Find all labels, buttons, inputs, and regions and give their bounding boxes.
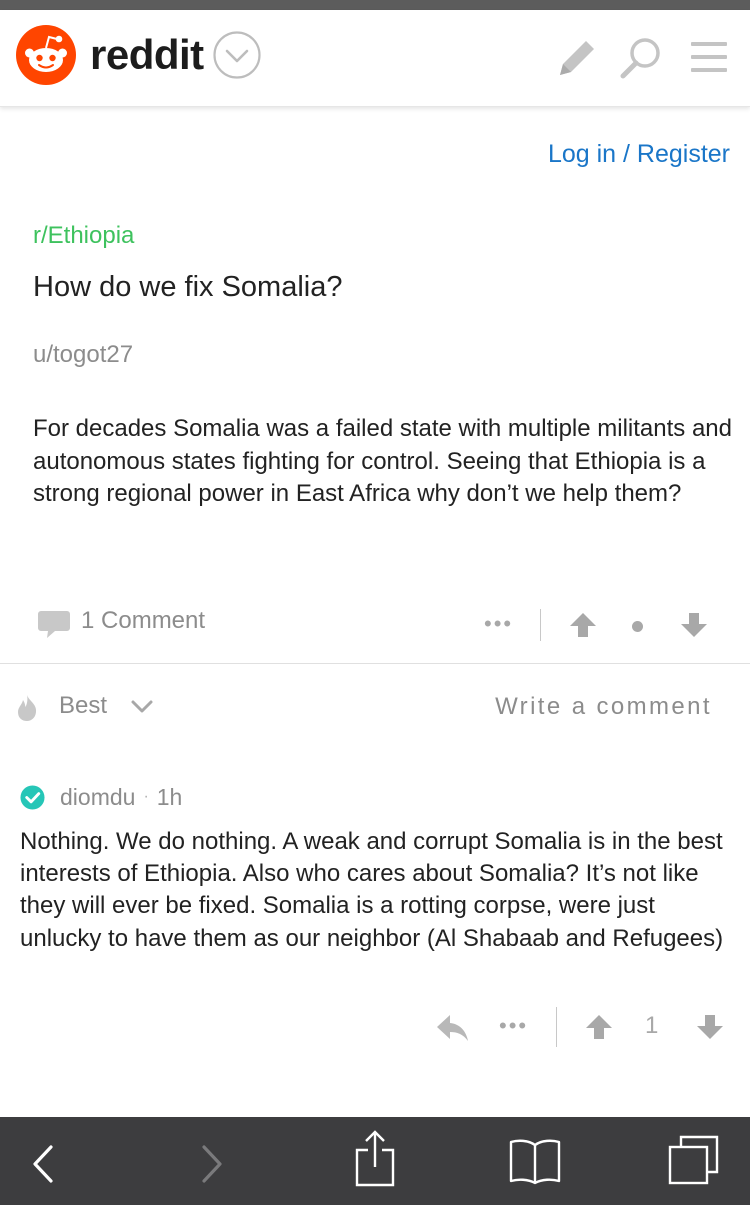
downvote-arrow-icon[interactable] (680, 611, 708, 639)
upvote-arrow-icon[interactable] (585, 1013, 613, 1041)
search-icon[interactable] (618, 35, 664, 81)
write-comment-button[interactable]: Write a comment (495, 693, 712, 721)
comment-body: Nothing. We do nothing. A weak and corru… (20, 828, 724, 952)
subreddit-link[interactable]: r/Ethiopia (33, 222, 134, 250)
post-more-options-button[interactable]: ••• (484, 611, 513, 637)
tabs-icon[interactable] (667, 1134, 721, 1186)
sort-selector[interactable]: Best (59, 692, 107, 720)
upvote-arrow-icon[interactable] (569, 611, 597, 639)
hamburger-menu-icon[interactable] (690, 40, 728, 74)
snoo-logo-icon (16, 25, 76, 85)
brand-wordmark: reddit (90, 31, 204, 78)
reply-arrow-icon[interactable] (436, 1013, 470, 1043)
forward-icon[interactable] (199, 1144, 225, 1184)
post-body: For decades Somalia was a failed state w… (33, 415, 732, 507)
chevron-down-icon[interactable] (130, 699, 154, 715)
post-author-link[interactable]: u/togot27 (33, 341, 133, 369)
back-icon[interactable] (30, 1144, 56, 1184)
status-strip (0, 0, 750, 10)
comment-more-options-button[interactable]: ••• (499, 1013, 528, 1039)
verified-check-icon (20, 784, 45, 810)
meta-separator: · (143, 788, 149, 805)
site-header: reddit (0, 10, 750, 107)
vote-score-dot (632, 621, 643, 632)
post-actions-bar: 1 Comment ••• (0, 600, 750, 650)
actions-divider (556, 1007, 557, 1047)
logo-link[interactable]: reddit (16, 25, 262, 85)
flame-icon (18, 695, 37, 721)
section-divider (0, 663, 750, 664)
share-icon[interactable] (353, 1129, 397, 1187)
post-title: How do we fix Somalia? (33, 271, 343, 303)
login-register-link[interactable]: Log in / Register (548, 140, 730, 169)
comment-score: 1 (645, 1012, 659, 1039)
bookmarks-icon[interactable] (508, 1137, 562, 1185)
comment-timestamp: 1h (156, 783, 183, 810)
downvote-arrow-icon[interactable] (696, 1013, 724, 1041)
browser-toolbar (0, 1117, 750, 1205)
actions-divider (540, 609, 541, 641)
chevron-down-circle-icon[interactable] (212, 30, 262, 80)
comment-bubble-icon (38, 611, 70, 638)
comment-meta: diomdu · 1h (20, 782, 182, 812)
comment-actions-bar: ••• 1 (0, 1005, 750, 1050)
comments-count-link[interactable]: 1 Comment (81, 607, 205, 635)
pencil-icon[interactable] (556, 35, 600, 79)
comment-sort-row: Best Write a comment (0, 685, 750, 735)
comment-author-link[interactable]: diomdu (60, 784, 135, 811)
